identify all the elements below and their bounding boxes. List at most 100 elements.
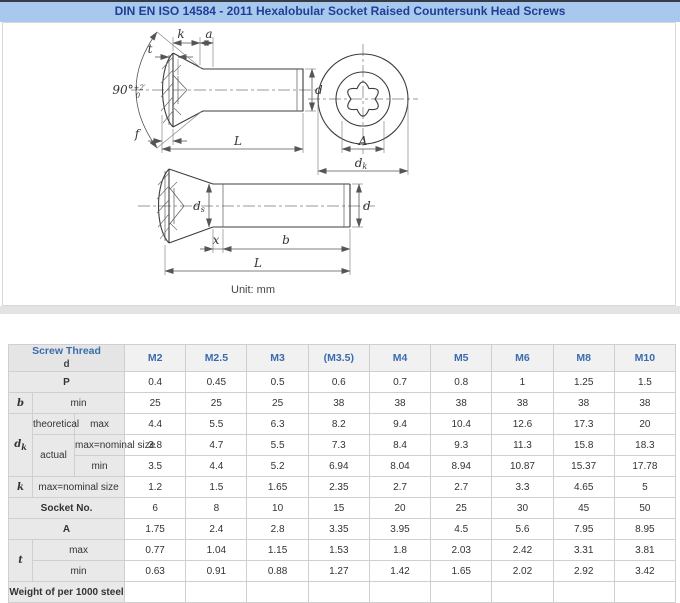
table-row-b-min: b min 25 25 25 38 38 38 38 38 38: [8, 392, 677, 414]
table-cell: 2.7: [430, 476, 493, 498]
drawing-panel: k a t 90°+2′ 0 f L d A dk ds d x b L Uni…: [2, 22, 676, 306]
table-cell: 8: [185, 497, 248, 519]
table-cell: 17.3: [552, 413, 615, 435]
row-label-a: A: [7, 518, 126, 540]
table-cell: 5: [613, 476, 677, 498]
table-cell: 5.2: [246, 455, 309, 477]
dim-label-f: f: [134, 127, 142, 141]
table-cell: 3.3: [491, 476, 554, 498]
col-header-m2: M2: [124, 344, 187, 372]
spec-table-wrap: Screw Thread d M2 M2.5 M3 (M3.5) M4 M5 M…: [7, 344, 677, 603]
table-cell: 0.5: [246, 371, 309, 393]
table-cell: 38: [307, 392, 370, 414]
table-cell: 2.02: [491, 560, 554, 582]
row-label-dk-nominal: max=nominal size: [73, 434, 155, 456]
dim-label-x: x: [213, 233, 220, 247]
dim-label-L-bottom: L: [253, 256, 262, 270]
table-cell: 38: [368, 392, 432, 414]
table-row-a: A 1.75 2.4 2.8 3.35 3.95 4.5 5.6 7.95 8.…: [7, 518, 677, 540]
row-symbol-b: b: [8, 392, 33, 414]
table-cell: [368, 581, 432, 603]
table-cell: 15.8: [552, 434, 615, 456]
table-cell: 1.65: [430, 560, 493, 582]
table-cell: 8.04: [368, 455, 432, 477]
table-cell: 0.4: [124, 371, 187, 393]
col-header-m5: M5: [430, 344, 493, 372]
table-row-weight: Weight of per 1000 steel: [7, 581, 677, 603]
table-row-k: k max=nominal size 1.2 1.5 1.65 2.35 2.7…: [8, 476, 677, 498]
table-cell: 15: [307, 497, 370, 519]
table-cell: 18.3: [613, 434, 677, 456]
table-row-p: P 0.4 0.45 0.5 0.6 0.7 0.8 1 1.25 1.5: [7, 371, 677, 393]
table-cell: 3.31: [552, 539, 615, 561]
table-row-dk-actual-max: actual max=nominal size 3.8 4.7 5.5 7.3 …: [9, 434, 677, 477]
table-cell: 1.5: [613, 371, 677, 393]
table-cell: 17.78: [613, 455, 677, 477]
table-cell: 0.8: [430, 371, 493, 393]
dim-label-angle: 90°+2′ 0: [112, 83, 146, 100]
table-row-t-max: t max 0.77 1.04 1.15 1.53 1.8 2.03 2.42 …: [8, 539, 677, 582]
table-cell: 1: [491, 371, 554, 393]
table-cell: 38: [552, 392, 615, 414]
dim-label-k: k: [177, 27, 184, 41]
table-cell: [307, 581, 370, 603]
table-cell: 6: [124, 497, 187, 519]
table-cell: [185, 581, 248, 603]
table-cell: 1.65: [246, 476, 309, 498]
table-cell: 25: [185, 392, 248, 414]
table-cell: 2.7: [368, 476, 432, 498]
table-cell: 8.4: [368, 434, 432, 456]
table-cell: 6.3: [246, 413, 309, 435]
table-cell: [430, 581, 493, 603]
technical-drawing: k a t 90°+2′ 0 f L d A dk ds d x b L Uni…: [112, 27, 418, 296]
col-header-m4: M4: [368, 344, 432, 372]
dim-label-t: t: [148, 42, 153, 56]
table-cell: 2.03: [430, 539, 493, 561]
table-row-t-min: min 0.63 0.91 0.88 1.27 1.42 1.65 2.02 2…: [9, 560, 677, 582]
dim-label-a: a: [205, 27, 212, 41]
table-cell: 8.94: [430, 455, 493, 477]
table-row-socket-no: Socket No. 6 8 10 15 20 25 30 45 50: [7, 497, 677, 519]
table-cell: [246, 581, 309, 603]
table-row-dk-theoretical-max: dk theoretical max 4.4 5.5 6.3 8.2 9.4 1…: [8, 413, 677, 477]
front-view: A dk: [308, 44, 418, 175]
unit-label: Unit: mm: [231, 284, 275, 296]
table-cell: 0.6: [307, 371, 370, 393]
row-label-weight: Weight of per 1000 steel: [7, 581, 126, 603]
table-cell: 0.45: [185, 371, 248, 393]
table-cell: 7.3: [307, 434, 370, 456]
table-cell: 0.7: [368, 371, 432, 393]
table-cell: 1.5: [185, 476, 248, 498]
row-label-dk-max: max: [73, 413, 126, 435]
row-symbol-dk: dk: [8, 413, 33, 477]
table-cell: 2.92: [552, 560, 615, 582]
table-cell: 0.77: [124, 539, 187, 561]
table-cell: 4.4: [124, 413, 187, 435]
table-cell: 5.6: [491, 518, 554, 540]
table-cell: [491, 581, 554, 603]
dim-label-ds: ds: [193, 199, 205, 214]
page: { "title": "DIN EN ISO 14584 - 2011 Hexa…: [0, 0, 680, 603]
spec-table: Screw Thread d M2 M2.5 M3 (M3.5) M4 M5 M…: [7, 344, 677, 603]
table-cell: 50: [613, 497, 677, 519]
table-cell: 1.15: [246, 539, 309, 561]
table-row-dk-actual-min: min 3.5 4.4 5.2 6.94 8.04 8.94 10.87 15.…: [9, 455, 677, 477]
col-header-m3.5: (M3.5): [307, 344, 370, 372]
side-view-bottom: ds d x b L: [138, 168, 375, 275]
table-cell: 25: [246, 392, 309, 414]
table-cell: 9.4: [368, 413, 432, 435]
table-cell: 4.7: [185, 434, 248, 456]
title-bar: DIN EN ISO 14584 - 2011 Hexalobular Sock…: [0, 0, 680, 22]
col-header-m3: M3: [246, 344, 309, 372]
table-cell: 0.88: [246, 560, 309, 582]
table-cell: 1.8: [368, 539, 432, 561]
table-cell: 8.2: [307, 413, 370, 435]
table-cell: [613, 581, 677, 603]
table-cell: 5.5: [185, 413, 248, 435]
table-cell: 4.65: [552, 476, 615, 498]
table-cell: 20: [613, 413, 677, 435]
page-title: DIN EN ISO 14584 - 2011 Hexalobular Sock…: [114, 4, 566, 18]
row-symbol-k: k: [8, 476, 33, 498]
table-cell: 10: [246, 497, 309, 519]
table-cell: 20: [368, 497, 432, 519]
